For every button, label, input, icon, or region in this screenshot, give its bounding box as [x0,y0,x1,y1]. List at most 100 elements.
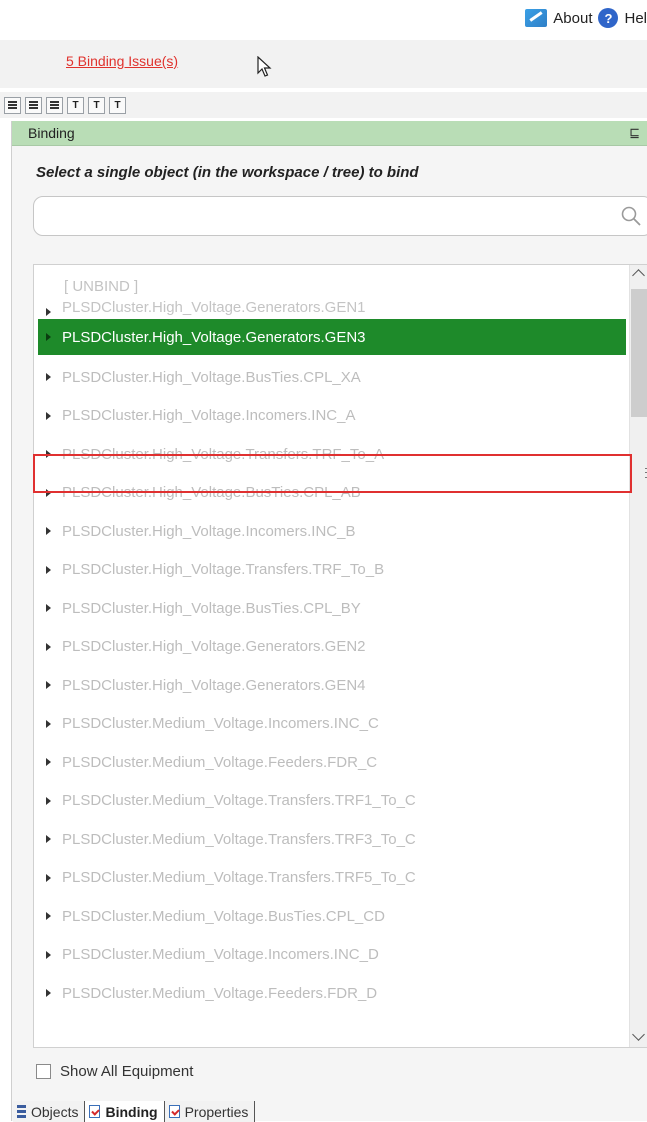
expand-arrow-icon[interactable] [46,796,51,805]
binding-panel: Binding ⊑ Select a single object (in the… [11,121,647,1121]
list-item-selected[interactable]: PLSDCluster.High_Voltage.Generators.GEN3 [38,319,626,355]
list-item[interactable]: PLSDCluster.High_Voltage.Incomers.INC_A [34,398,629,434]
expand-arrow-icon[interactable] [46,527,51,535]
tab-properties-label: Properties [184,1103,249,1120]
equipment-list[interactable]: [ UNBIND ] PLSDCluster.High_Voltage.Gene… [33,264,647,1048]
about-link[interactable]: About [553,10,592,27]
scroll-thumb[interactable] [631,289,647,417]
list-item-label: PLSDCluster.Medium_Voltage.Incomers.INC_… [62,715,379,732]
bottom-tabs: Objects Binding Properties [13,1100,256,1122]
list-item[interactable]: PLSDCluster.Medium_Voltage.Incomers.INC_… [34,706,629,742]
list-item-label: PLSDCluster.High_Voltage.BusTies.CPL_AB [62,484,361,501]
expand-arrow-icon[interactable] [46,450,51,458]
search-input[interactable] [46,197,610,235]
chevron-down-icon[interactable] [632,1028,645,1041]
list-item-label: PLSDCluster.High_Voltage.Incomers.INC_B [62,522,356,540]
list-item[interactable]: PLSDCluster.High_Voltage.Transfers.TRF_T… [34,436,629,472]
align-left-button[interactable] [4,96,21,114]
list-item-label: PLSDCluster.High_Voltage.BusTies.CPL_XA [62,368,361,386]
mouse-cursor-icon [257,56,272,77]
expand-arrow-icon[interactable] [46,835,51,843]
list-item[interactable]: PLSDCluster.Medium_Voltage.Incomers.INC_… [34,937,629,973]
expand-arrow-icon[interactable] [46,719,51,728]
expand-arrow-icon[interactable] [46,565,51,574]
expand-arrow-icon[interactable] [46,950,51,959]
objects-icon [17,1105,26,1118]
list-item[interactable]: PLSDCluster.Medium_Voltage.Transfers.TRF… [34,783,629,819]
list-item[interactable]: PLSDCluster.High_Voltage.Incomers.INC_B [34,513,629,549]
align-right-button[interactable] [46,96,63,114]
list-item-label: PLSDCluster.Medium_Voltage.Transfers.TRF… [62,869,416,886]
align-center-button[interactable] [25,96,42,114]
panel-header: Binding ⊑ [12,121,647,146]
list-scrollbar[interactable] [629,265,647,1047]
binding-issues-link[interactable]: 5 Binding Issue(s) [66,53,178,69]
list-item-label: PLSDCluster.Medium_Voltage.Incomers.INC_… [62,946,379,963]
search-icon[interactable] [620,205,642,227]
list-item[interactable]: PLSDCluster.Medium_Voltage.Transfers.TRF… [34,860,629,896]
list-item-label: PLSDCluster.High_Voltage.Generators.GEN3 [62,328,366,346]
chevron-up-icon[interactable] [632,269,645,282]
list-item[interactable]: PLSDCluster.Medium_Voltage.Feeders.FDR_C [34,744,629,780]
expand-arrow-icon[interactable] [46,989,51,997]
search-box [33,196,647,236]
list-item-label: [ UNBIND ] [64,277,139,295]
list-item[interactable]: PLSDCluster.High_Voltage.Generators.GEN1 [34,296,629,316]
top-bar: About ? Hel [0,0,647,40]
about-icon[interactable] [525,9,548,27]
list-item[interactable]: PLSDCluster.High_Voltage.BusTies.CPL_XA [34,359,629,395]
list-item[interactable]: PLSDCluster.High_Voltage.Generators.GEN4 [34,667,629,703]
list-item-label: PLSDCluster.High_Voltage.Transfers.TRF_T… [62,445,385,463]
expand-arrow-icon[interactable] [46,333,51,341]
help-link[interactable]: Hel [624,10,647,27]
help-icon[interactable]: ? [598,8,619,28]
align-top-button[interactable]: T [67,96,84,114]
show-all-checkbox[interactable] [36,1064,51,1079]
align-bottom-button[interactable]: T [109,96,126,114]
expand-arrow-icon[interactable] [46,373,51,381]
tab-properties[interactable]: Properties [164,1101,256,1122]
list-item[interactable]: PLSDCluster.Medium_Voltage.Feeders.FDR_D [34,975,629,1011]
align-middle-button[interactable]: T [88,96,105,114]
expand-arrow-icon[interactable] [46,912,51,920]
properties-doc-icon [168,1105,180,1118]
expand-arrow-icon[interactable] [46,681,51,689]
expand-arrow-icon[interactable] [46,604,51,612]
tab-binding[interactable]: Binding [85,1101,165,1122]
alignment-toolbar: T T T [0,92,647,118]
list-item[interactable]: PLSDCluster.High_Voltage.BusTies.CPL_AB [34,475,629,511]
list-item[interactable]: PLSDCluster.Medium_Voltage.BusTies.CPL_C… [34,898,629,934]
list-item-label: PLSDCluster.Medium_Voltage.Transfers.TRF… [62,830,416,848]
list-item-label: PLSDCluster.High_Voltage.Generators.GEN1 [62,299,366,316]
expand-arrow-icon[interactable] [46,411,51,420]
list-item[interactable]: PLSDCluster.Medium_Voltage.Transfers.TRF… [34,821,629,857]
expand-arrow-icon[interactable] [46,488,51,497]
list-item[interactable]: PLSDCluster.High_Voltage.BusTies.CPL_BY [34,590,629,626]
list-item-label: PLSDCluster.Medium_Voltage.Transfers.TRF… [62,792,416,809]
tab-objects[interactable]: Objects [13,1101,86,1122]
list-item-label: PLSDCluster.Medium_Voltage.Feeders.FDR_C [62,753,378,771]
tab-binding-label: Binding [105,1103,158,1120]
panel-title: Binding [28,125,75,141]
show-all-equipment[interactable]: Show All Equipment [36,1063,193,1080]
show-all-label: Show All Equipment [60,1063,194,1080]
list-item-label: PLSDCluster.High_Voltage.BusTies.CPL_BY [62,599,361,617]
list-item-label: PLSDCluster.Medium_Voltage.Feeders.FDR_D [62,984,378,1002]
expand-arrow-icon[interactable] [46,873,51,882]
expand-arrow-icon[interactable] [46,642,51,651]
binding-doc-icon [89,1105,101,1118]
issues-bar: 5 Binding Issue(s) [0,40,647,88]
pin-icon[interactable]: ⊑ [629,125,640,141]
expand-arrow-icon[interactable] [46,758,51,766]
list-item[interactable]: PLSDCluster.High_Voltage.Transfers.TRF_T… [34,552,629,588]
top-links: About ? Hel [525,8,647,28]
list-item-label: PLSDCluster.High_Voltage.Generators.GEN2 [62,638,366,655]
bind-instruction: Select a single object (in the workspace… [36,164,419,181]
list-item[interactable]: PLSDCluster.High_Voltage.Generators.GEN2 [34,629,629,665]
tab-objects-label: Objects [31,1103,79,1120]
list-item-label: PLSDCluster.Medium_Voltage.BusTies.CPL_C… [62,907,385,925]
list-item-label: PLSDCluster.High_Voltage.Generators.GEN4 [62,676,366,694]
list-item-label: PLSDCluster.High_Voltage.Incomers.INC_A [62,407,356,424]
list-item-label: PLSDCluster.High_Voltage.Transfers.TRF_T… [62,561,385,578]
expand-arrow-icon[interactable] [46,308,51,316]
